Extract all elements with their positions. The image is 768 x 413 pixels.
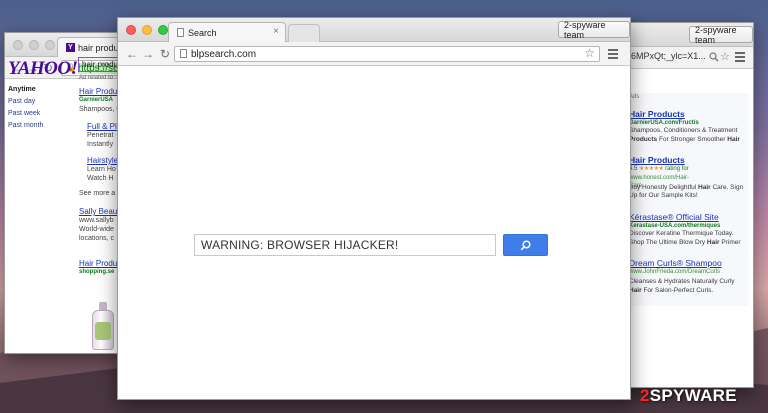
yahoo-favicon-icon: Y	[66, 43, 75, 52]
ad-title[interactable]: Dream Curls® Shampoo	[629, 258, 747, 268]
filter-past-day[interactable]: Past day	[8, 96, 43, 108]
hijacker-page: WARNING: BROWSER HIJACKER!	[118, 66, 630, 399]
title-bar: 2-spyware team	[617, 23, 753, 47]
ad-text: Up for Our Sample Kits!	[629, 192, 698, 199]
ad-item: Hair Products 4.5 ★★★★★ rating for www.h…	[629, 155, 747, 201]
ad-url: Kerastase-USA.com/thermiques	[629, 222, 721, 229]
forward-arrow-icon[interactable]: →	[142, 46, 154, 62]
ad-text: Buy Honestly Delightful Hair Care. Sign	[629, 183, 744, 191]
menu-icon[interactable]	[735, 52, 745, 62]
main-browser-window: Search × 2-spyware team ← → ↻ blpsearch.…	[117, 17, 631, 400]
search-icon[interactable]	[709, 52, 719, 62]
ad-text: Products For Stronger Smoother Hair	[629, 135, 740, 143]
ad-text: Cleanses & Hydrates Naturally Curly	[629, 278, 735, 285]
window-controls	[126, 25, 168, 35]
browser-toolbar: ← → ↻ blpsearch.com ☆	[118, 42, 630, 66]
tab-title: Search	[188, 27, 217, 38]
page-icon	[177, 28, 184, 37]
zoom-window-button[interactable]	[158, 25, 168, 35]
ad-text: Discover Keratine Thermique Today.	[629, 230, 734, 237]
title-bar: Search × 2-spyware team	[118, 18, 630, 42]
search-icon	[520, 239, 531, 250]
profile-button[interactable]: 2-spyware team	[689, 25, 753, 45]
new-tab-button[interactable]	[288, 24, 320, 42]
bookmark-star-icon[interactable]: ☆	[720, 50, 730, 63]
filter-past-week[interactable]: Past week	[8, 108, 43, 120]
window-controls	[13, 40, 55, 50]
search-button[interactable]	[503, 234, 548, 256]
ad-rating: 4.5 ★★★★★ rating for	[629, 166, 689, 172]
minimize-window-button[interactable]	[29, 40, 39, 50]
minimize-window-button[interactable]	[142, 25, 152, 35]
rating-stars-icon: ★★★★★	[639, 166, 664, 172]
page-icon	[180, 49, 187, 58]
ad-title[interactable]: Kérastase® Official Site	[629, 212, 747, 222]
ads-panel: Ads Hair Products GarnierUSA.com/Fructis…	[629, 93, 749, 306]
ad-text: Shop The Ultime Blow Dry Hair Primer	[629, 238, 741, 246]
yahoo-logo[interactable]: YAHOO!	[8, 58, 78, 80]
browser-toolbar: A6MPxQt;_ylc=X1... ☆	[617, 47, 753, 69]
profile-button[interactable]: 2-spyware team	[558, 20, 630, 40]
ad-title[interactable]: Hair Products	[629, 109, 747, 119]
title-bar: Y hair products -	[5, 33, 133, 57]
shampoo-bottle-label-icon	[95, 322, 111, 340]
ads-header: Ads	[629, 94, 640, 100]
ad-url: GarnierUSA.com/Fructis	[629, 119, 699, 126]
address-bar[interactable]: blpsearch.com ☆	[174, 46, 600, 62]
reload-icon[interactable]: ↻	[160, 46, 170, 62]
time-filter-sidebar: Anytime Past day Past week Past month	[8, 84, 43, 132]
ad-item: Kérastase® Official Site Kerastase-USA.c…	[629, 212, 747, 248]
tab-search[interactable]: Search ×	[168, 22, 286, 42]
close-window-button[interactable]	[13, 40, 23, 50]
close-tab-icon[interactable]: ×	[273, 26, 279, 37]
address-fragment[interactable]: A6MPxQt;_ylc=X1...	[625, 51, 706, 61]
menu-icon[interactable]	[608, 49, 618, 59]
search-input[interactable]: WARNING: BROWSER HIJACKER!	[194, 234, 496, 256]
filter-past-month[interactable]: Past month	[8, 120, 43, 132]
ad-item: Hair Products GarnierUSA.com/Fructis Sha…	[629, 109, 747, 145]
close-window-button[interactable]	[126, 25, 136, 35]
ad-item: Dream Curls® Shampoo www.JohnFrieda.com/…	[629, 258, 747, 295]
zoom-window-button[interactable]	[45, 40, 55, 50]
ad-title[interactable]: Hair Products	[629, 155, 747, 165]
address-text: blpsearch.com	[191, 48, 257, 60]
ads-browser-window: 2-spyware team A6MPxQt;_ylc=X1... ☆ Ads …	[616, 22, 754, 388]
ad-text: Shampoos, Conditioners & Treatment	[629, 127, 738, 134]
back-arrow-icon[interactable]: ←	[126, 46, 138, 62]
ad-text: Hair For Salon-Perfect Curls.	[629, 286, 714, 294]
watermark-logo: 2SPYWARE	[640, 386, 737, 405]
bookmark-star-icon[interactable]: ☆	[584, 46, 595, 60]
filter-anytime[interactable]: Anytime	[8, 84, 43, 96]
